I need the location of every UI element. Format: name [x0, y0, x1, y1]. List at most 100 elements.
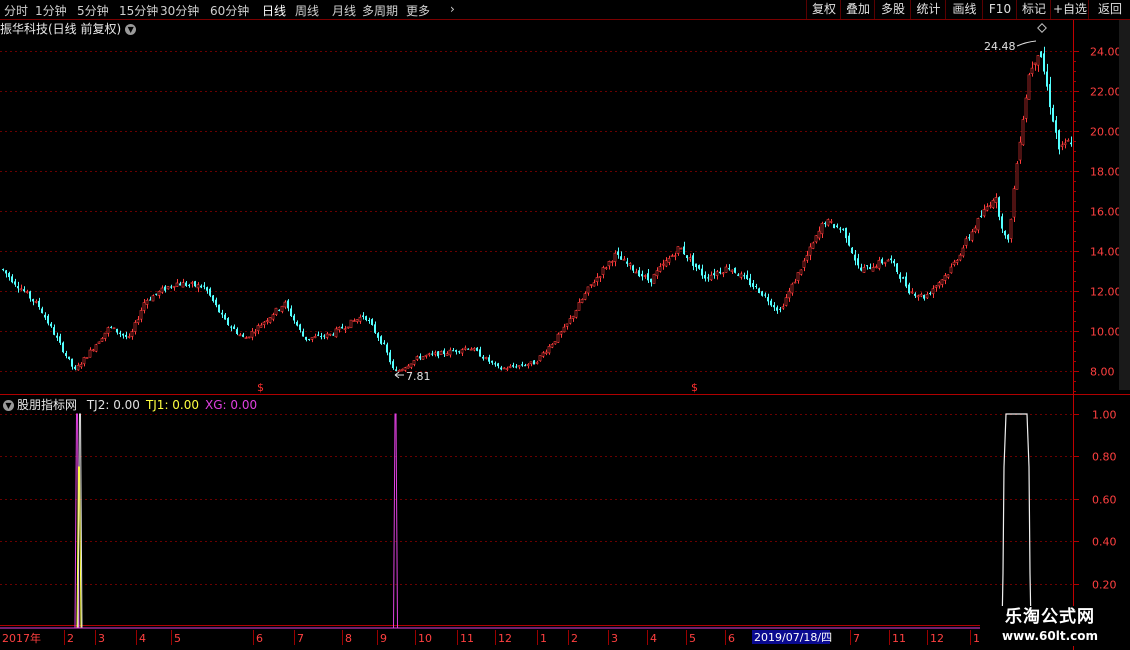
candle-body: [866, 265, 868, 267]
candle-body: [988, 205, 992, 207]
candle-body: [179, 283, 181, 286]
candle-body: [862, 267, 866, 273]
candle-body: [452, 350, 454, 352]
candle-body: [233, 326, 235, 329]
chevron-down-icon[interactable]: ▼: [125, 24, 137, 35]
kline-chart-canvas[interactable]: 24.0022.0020.0018.0016.0014.0012.0010.00…: [0, 0, 1130, 650]
candle-body: [1030, 67, 1034, 75]
candle-body: [122, 333, 124, 336]
candle-body: [836, 225, 838, 228]
candle-body: [817, 230, 821, 239]
candle-body: [529, 361, 533, 365]
candle-body: [415, 356, 419, 360]
candle-body: [463, 347, 467, 350]
candle-body: [166, 286, 170, 290]
candle-body: [383, 342, 385, 344]
candle-body: [1046, 71, 1048, 87]
candle-body: [923, 294, 925, 299]
candle-body: [206, 287, 208, 291]
candle-body: [431, 353, 433, 355]
chevron-down-icon[interactable]: ▼: [3, 400, 14, 411]
candle-body: [116, 328, 118, 333]
candle-body: [802, 260, 806, 268]
candle-body: [130, 331, 134, 337]
candle-body: [439, 351, 443, 356]
candle-body: [374, 324, 376, 333]
candle-body: [982, 209, 986, 217]
max-price-arrow: [1016, 40, 1037, 47]
candle-body: [709, 274, 713, 281]
candle-body: [497, 363, 499, 367]
candle-body: [1058, 130, 1060, 150]
candle-body: [743, 275, 745, 277]
candle-body: [1066, 139, 1070, 142]
candle-body: [958, 254, 962, 261]
candle-body: [145, 299, 149, 305]
candle-body: [149, 299, 151, 301]
candle-body: [25, 291, 29, 293]
candle-body: [443, 350, 445, 355]
candle-body: [460, 349, 464, 354]
time-axis-label: 12: [930, 632, 944, 645]
min-price-label: 7.81: [406, 370, 431, 383]
candle-body: [1027, 74, 1031, 100]
time-axis-label: 12: [498, 632, 512, 645]
candle-body: [76, 365, 80, 371]
candle-body: [739, 273, 743, 278]
candle-body: [620, 256, 622, 260]
candle-body: [908, 284, 910, 294]
candlestick-series: [2, 46, 1072, 372]
price-grid: [0, 51, 1073, 372]
indicator-axis-label: 1.00: [1092, 409, 1117, 422]
candle-body: [1021, 119, 1025, 146]
time-axis-label: 10: [418, 632, 432, 645]
price-axis-label: 8.00: [1090, 366, 1115, 379]
candle-body: [1018, 141, 1022, 161]
candle-body: [728, 268, 730, 270]
watermark-url: www.60lt.com: [1001, 629, 1099, 643]
candle-body: [541, 352, 545, 357]
candle-body: [419, 356, 421, 359]
candle-body: [406, 365, 410, 369]
candle-body: [71, 358, 73, 367]
candle-body: [991, 200, 995, 208]
candle-body: [472, 347, 476, 351]
candle-body: [1060, 144, 1064, 147]
candle-body: [755, 285, 757, 287]
chart-title-bar: 振华科技(日线 前复权) ▼: [0, 20, 137, 38]
candle-body: [133, 322, 137, 332]
candle-body: [955, 260, 959, 263]
candle-body: [664, 260, 668, 267]
candle-body: [946, 274, 950, 278]
candle-body: [1001, 216, 1003, 229]
candle-body: [914, 293, 916, 296]
candle-body: [1024, 97, 1028, 119]
candle-body: [32, 299, 34, 302]
candle-body: [41, 308, 43, 314]
candle-body: [164, 286, 166, 291]
candle-body: [299, 324, 301, 330]
price-axis-label: 14.00: [1090, 246, 1122, 259]
candle-body: [323, 335, 325, 337]
candle-body: [160, 287, 164, 293]
candle-body: [547, 346, 551, 354]
candle-body: [1063, 142, 1067, 146]
candle-body: [973, 227, 977, 232]
candle-body: [293, 315, 295, 321]
candle-body: [968, 237, 970, 239]
candle-body: [937, 282, 941, 287]
right-scrollbar[interactable]: [1119, 20, 1130, 390]
candle-body: [1055, 120, 1057, 133]
candle-body: [604, 267, 608, 269]
candle-body: [647, 273, 649, 281]
candle-body: [902, 277, 904, 279]
candle-body: [773, 305, 775, 308]
price-axis-label: 16.00: [1090, 206, 1122, 219]
candle-body: [1070, 142, 1072, 145]
time-axis-background: [0, 629, 980, 650]
candle-body: [412, 360, 416, 365]
candle-body: [752, 283, 754, 287]
candle-body: [779, 308, 781, 310]
candle-body: [634, 271, 638, 274]
candle-body: [458, 351, 460, 353]
